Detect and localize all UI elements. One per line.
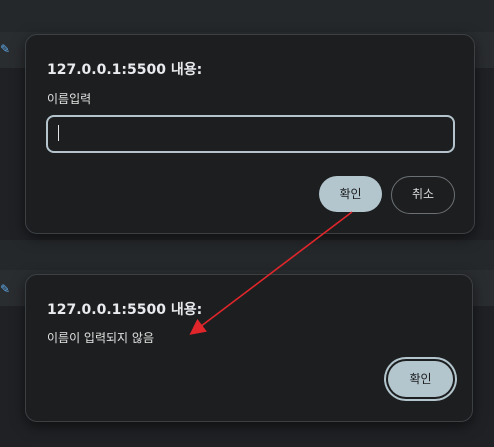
arrow-line <box>189 211 353 335</box>
annotation-arrow <box>189 211 353 335</box>
